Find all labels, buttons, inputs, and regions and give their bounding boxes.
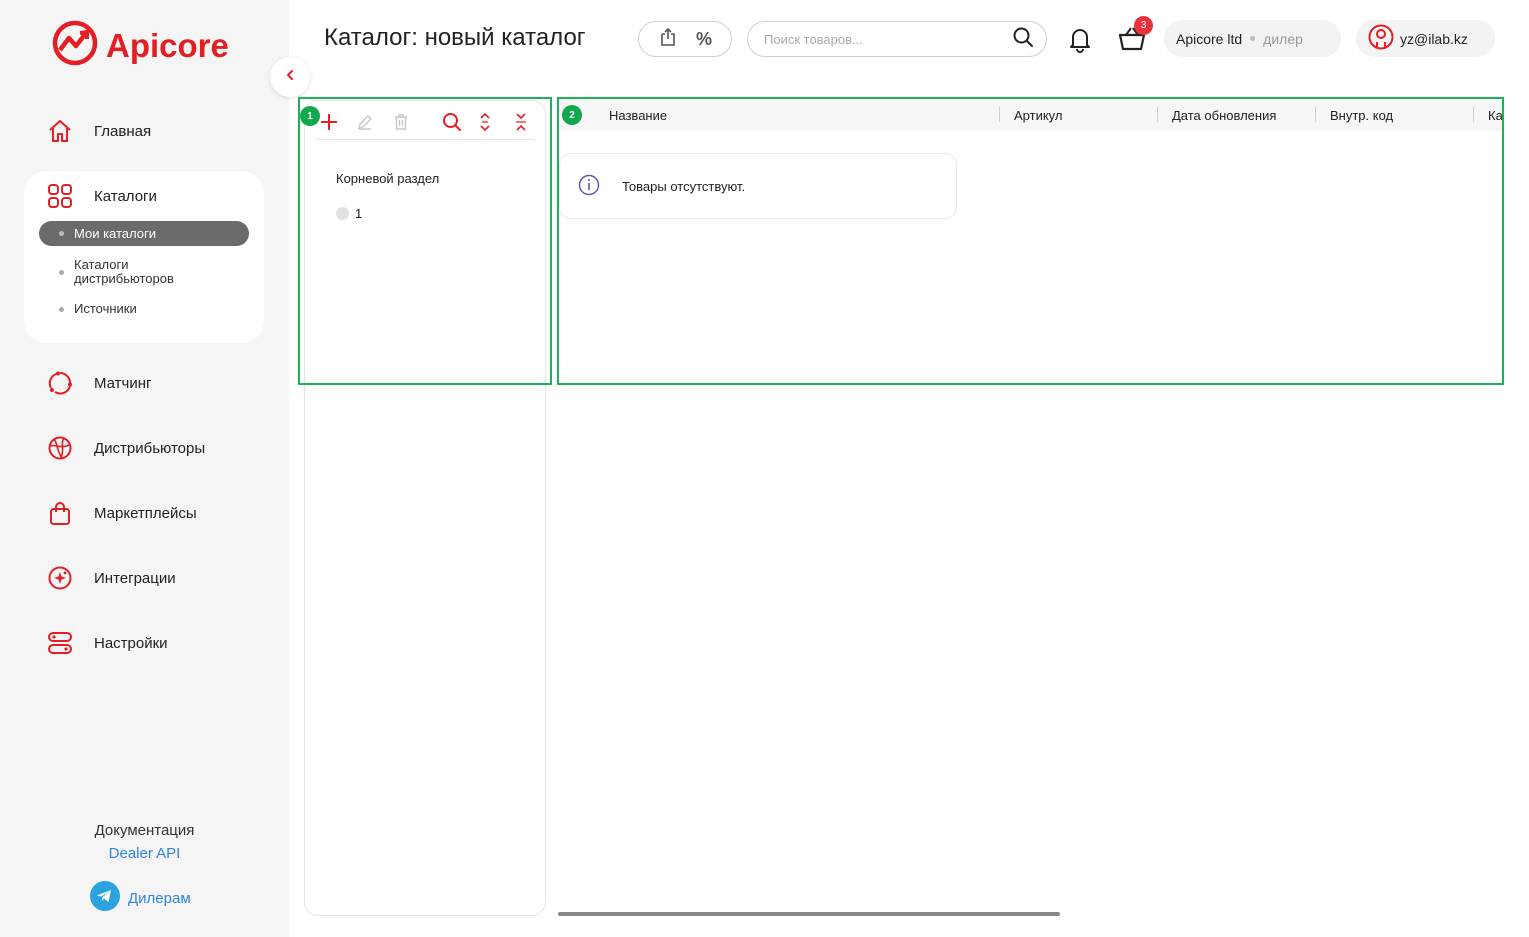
company-switcher[interactable]: Apicore ltd дилер	[1164, 20, 1341, 57]
annotation-box-2	[557, 97, 1504, 385]
horizontal-scrollbar[interactable]	[558, 912, 1060, 916]
collapse-sidebar-button[interactable]	[270, 57, 310, 97]
sidebar-item-distributors[interactable]: Дистрибьюторы	[46, 434, 205, 462]
sidebar-item-settings[interactable]: Настройки	[46, 629, 168, 657]
user-menu[interactable]: yz@ilab.kz	[1356, 20, 1495, 57]
page-title: Каталог: новый каталог	[324, 24, 586, 51]
bullet	[59, 306, 64, 312]
annotation-number-1: 1	[300, 106, 320, 126]
sidebar-subitem-label: Источники	[74, 301, 137, 316]
product-search	[747, 21, 1047, 57]
sidebar-item-label: Маркетплейсы	[94, 504, 197, 522]
sidebar-item-home[interactable]: Главная	[46, 117, 151, 145]
chevron-left-icon	[284, 68, 296, 86]
percent-button[interactable]: %	[696, 29, 712, 50]
home-icon	[46, 117, 74, 145]
sidebar-subitem-sources[interactable]: Источники	[59, 302, 137, 316]
sidebar-item-label: Настройки	[94, 634, 168, 652]
sidebar: Apicore Главная Каталоги Мои каталоги Ка…	[0, 0, 289, 937]
telegram-link[interactable]: Дилерам	[90, 881, 191, 915]
catalog-actions-group: %	[638, 21, 732, 57]
telegram-label: Дилерам	[128, 889, 191, 907]
bell-icon	[1066, 29, 1094, 57]
company-role: дилер	[1263, 30, 1303, 47]
settings-icon	[46, 629, 74, 657]
sidebar-item-label: Дистрибьюторы	[94, 439, 206, 457]
docs-title: Документация	[94, 822, 195, 839]
sidebar-item-marketplaces[interactable]: Маркетплейсы	[46, 499, 197, 527]
bullet	[59, 269, 64, 275]
logo-text: Apicore	[106, 26, 229, 64]
globe-icon	[46, 434, 74, 462]
sidebar-item-label: Матчинг	[94, 374, 152, 392]
sidebar-item-label: Интеграции	[94, 569, 176, 587]
sidebar-item-label: Главная	[94, 122, 152, 140]
integration-icon	[46, 564, 74, 592]
export-icon[interactable]	[658, 27, 678, 52]
sidebar-item-integrations[interactable]: Интеграции	[46, 564, 176, 592]
separator-dot	[1250, 36, 1256, 41]
user-icon	[1368, 24, 1394, 53]
sidebar-item-matching[interactable]: Матчинг	[46, 369, 152, 397]
cart-count-badge: 3	[1134, 16, 1153, 35]
sidebar-item-catalogs[interactable]: Каталоги	[46, 182, 157, 210]
sidebar-subitem-label: Каталоги дистрибьюторов	[74, 257, 174, 286]
company-name: Apicore ltd	[1176, 30, 1243, 47]
search-input[interactable]	[764, 31, 1012, 47]
shopping-bag-icon	[46, 499, 74, 527]
sidebar-subitem-distributor-catalogs[interactable]: Каталоги дистрибьюторов	[59, 258, 204, 286]
basket-icon	[1118, 27, 1146, 56]
sidebar-item-label: Каталоги	[94, 187, 157, 205]
logo[interactable]: Apicore	[52, 20, 229, 71]
telegram-icon	[90, 881, 120, 915]
annotation-number-2: 2	[562, 105, 582, 125]
user-email: yz@ilab.kz	[1400, 30, 1468, 47]
search-icon[interactable]	[1012, 26, 1034, 53]
docs-link[interactable]: Dealer API	[0, 845, 289, 862]
matching-icon	[46, 369, 74, 397]
notifications-button[interactable]	[1066, 25, 1094, 58]
annotation-box-1	[298, 97, 552, 385]
sidebar-subitem-my-catalogs[interactable]: Мои каталоги	[39, 221, 249, 246]
grid-icon	[46, 182, 74, 210]
logo-icon	[52, 20, 98, 71]
